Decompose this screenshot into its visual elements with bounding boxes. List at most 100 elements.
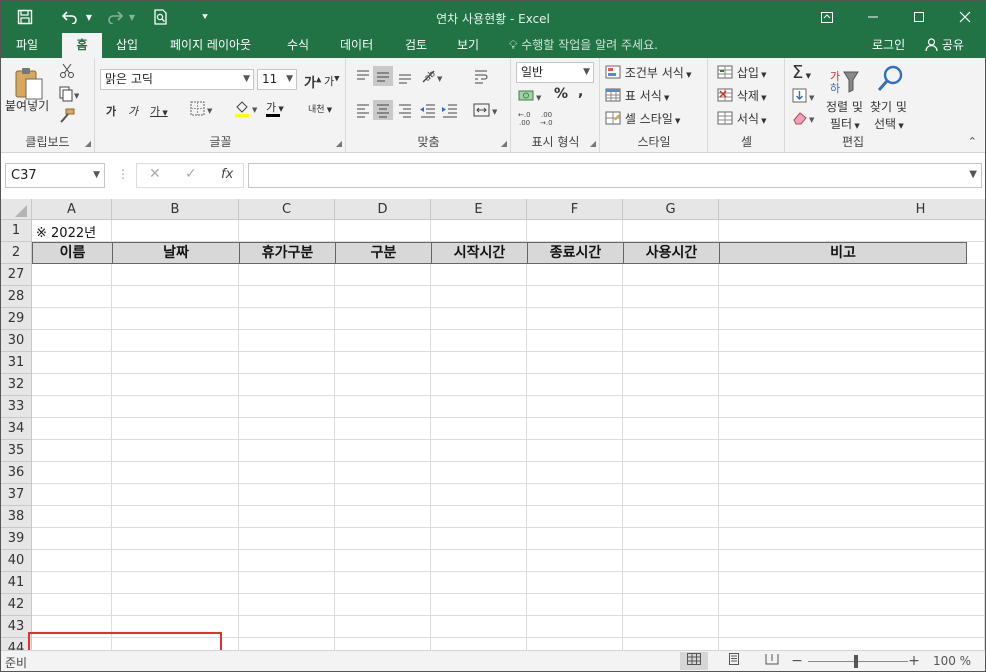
grid-cell[interactable] bbox=[239, 528, 335, 550]
grid-cell[interactable] bbox=[32, 330, 112, 352]
grid-cell[interactable] bbox=[32, 396, 112, 418]
grid-cell[interactable] bbox=[335, 484, 431, 506]
tab-review[interactable]: 검토 bbox=[403, 33, 429, 58]
row-header[interactable]: 30 bbox=[1, 330, 32, 352]
close-icon[interactable] bbox=[942, 1, 986, 33]
grid-cell[interactable] bbox=[112, 220, 239, 242]
grid-cell[interactable] bbox=[623, 528, 719, 550]
grid-cell[interactable] bbox=[719, 484, 985, 506]
select-all-corner[interactable] bbox=[1, 199, 32, 220]
delete-cells-button[interactable]: 삭제 ▼ bbox=[717, 87, 767, 104]
fill-icon[interactable]: ▼ bbox=[792, 88, 818, 107]
grid-cell[interactable] bbox=[431, 550, 527, 572]
tab-formulas[interactable]: 수식 bbox=[285, 33, 311, 58]
grid-cell[interactable] bbox=[32, 440, 112, 462]
grid-cell[interactable] bbox=[239, 594, 335, 616]
normal-view-icon[interactable] bbox=[680, 652, 708, 670]
grid-cell[interactable] bbox=[335, 352, 431, 374]
decrease-indent-icon[interactable] bbox=[419, 102, 437, 121]
align-left-icon[interactable] bbox=[355, 102, 371, 121]
font-size-select[interactable]: 11 ▼ bbox=[257, 69, 297, 90]
grid-cell[interactable] bbox=[719, 440, 985, 462]
format-as-table-button[interactable]: 표 서식 ▼ bbox=[605, 87, 669, 104]
grid-cell[interactable] bbox=[719, 506, 985, 528]
grid-cell[interactable] bbox=[719, 616, 985, 638]
grid-cell[interactable] bbox=[32, 462, 112, 484]
column-header-h[interactable]: H bbox=[719, 199, 985, 220]
comma-style-button[interactable]: , bbox=[578, 84, 583, 100]
row-header[interactable]: 40 bbox=[1, 550, 32, 572]
grid-cell[interactable] bbox=[431, 528, 527, 550]
zoom-level[interactable]: 100 % bbox=[929, 652, 975, 670]
align-right-icon[interactable] bbox=[397, 102, 413, 121]
grid-cell[interactable] bbox=[431, 594, 527, 616]
grid-cell[interactable] bbox=[239, 308, 335, 330]
increase-decimal-icon[interactable]: ←.0.00 bbox=[518, 110, 536, 129]
grid-cell[interactable] bbox=[719, 418, 985, 440]
grid-cell[interactable] bbox=[527, 616, 623, 638]
underline-button[interactable]: 가 ▼ bbox=[150, 103, 168, 119]
format-cells-button[interactable]: 서식 ▼ bbox=[717, 110, 767, 127]
grid-cell[interactable] bbox=[527, 374, 623, 396]
grid-cell[interactable] bbox=[623, 572, 719, 594]
grid-cell[interactable] bbox=[335, 264, 431, 286]
zoom-out-button[interactable]: − bbox=[787, 652, 807, 670]
copy-icon[interactable]: ▼ bbox=[59, 86, 80, 105]
percent-style-button[interactable]: % bbox=[554, 86, 568, 102]
grid-cell[interactable] bbox=[431, 286, 527, 308]
row-header[interactable]: 39 bbox=[1, 528, 32, 550]
conditional-formatting-button[interactable]: 조건부 서식 ▼ bbox=[605, 64, 691, 81]
zoom-in-button[interactable]: + bbox=[904, 652, 924, 670]
grid-cell[interactable] bbox=[623, 594, 719, 616]
grid-cell[interactable] bbox=[527, 308, 623, 330]
grid-cell[interactable] bbox=[623, 396, 719, 418]
grid-cell[interactable] bbox=[431, 264, 527, 286]
grid-cell[interactable] bbox=[335, 550, 431, 572]
tab-data[interactable]: 데이터 bbox=[338, 33, 375, 58]
zoom-slider-track[interactable] bbox=[808, 661, 908, 662]
grid-cell[interactable] bbox=[239, 264, 335, 286]
grid-cell[interactable] bbox=[719, 374, 985, 396]
grid-cell[interactable] bbox=[335, 638, 431, 650]
grid-cell[interactable] bbox=[527, 528, 623, 550]
tab-home[interactable]: 홈 bbox=[62, 33, 102, 58]
grid-cell[interactable] bbox=[431, 638, 527, 650]
clear-icon[interactable]: ▼ bbox=[792, 110, 818, 129]
grid-cell[interactable] bbox=[719, 572, 985, 594]
grid-cell[interactable] bbox=[623, 352, 719, 374]
grid-cell[interactable] bbox=[719, 330, 985, 352]
grid-cell[interactable] bbox=[335, 462, 431, 484]
dialog-launcher-icon[interactable]: ◢ bbox=[501, 139, 507, 148]
grid-cell[interactable] bbox=[527, 330, 623, 352]
cell-styles-button[interactable]: 셀 스타일 ▼ bbox=[605, 110, 680, 127]
customize-qat-icon[interactable]: ⯆ bbox=[197, 1, 213, 33]
insert-function-icon[interactable]: fx bbox=[221, 167, 233, 182]
grid-cell[interactable] bbox=[112, 572, 239, 594]
grid-cell[interactable] bbox=[719, 308, 985, 330]
grid-cell[interactable] bbox=[431, 506, 527, 528]
grid-cell[interactable] bbox=[112, 484, 239, 506]
row-header[interactable]: 27 bbox=[1, 264, 32, 286]
tab-view[interactable]: 보기 bbox=[455, 33, 481, 58]
grid-cell[interactable] bbox=[623, 440, 719, 462]
row-header[interactable]: 35 bbox=[1, 440, 32, 462]
header-cell-used-time[interactable]: 사용시간 bbox=[623, 242, 720, 264]
row-header[interactable]: 37 bbox=[1, 484, 32, 506]
grid-cell[interactable] bbox=[239, 616, 335, 638]
top-align-icon[interactable] bbox=[355, 68, 371, 87]
grid-cell[interactable] bbox=[527, 264, 623, 286]
formula-bar-grip-icon[interactable]: ⋮ bbox=[117, 167, 129, 181]
header-cell-start-time[interactable]: 시작시간 bbox=[431, 242, 528, 264]
grid-cell[interactable] bbox=[239, 374, 335, 396]
grid-cell[interactable] bbox=[623, 638, 719, 650]
grid-cell[interactable] bbox=[719, 528, 985, 550]
insert-cells-button[interactable]: 삽입 ▼ bbox=[717, 64, 767, 81]
grid-cell[interactable] bbox=[112, 418, 239, 440]
grid-cell[interactable] bbox=[623, 220, 719, 242]
grid-cell[interactable] bbox=[32, 506, 112, 528]
column-header-f[interactable]: F bbox=[527, 199, 623, 220]
row-header[interactable]: 31 bbox=[1, 352, 32, 374]
grid-cell[interactable] bbox=[527, 550, 623, 572]
formula-input[interactable]: ▼ bbox=[248, 163, 982, 188]
grid-cell[interactable] bbox=[623, 330, 719, 352]
